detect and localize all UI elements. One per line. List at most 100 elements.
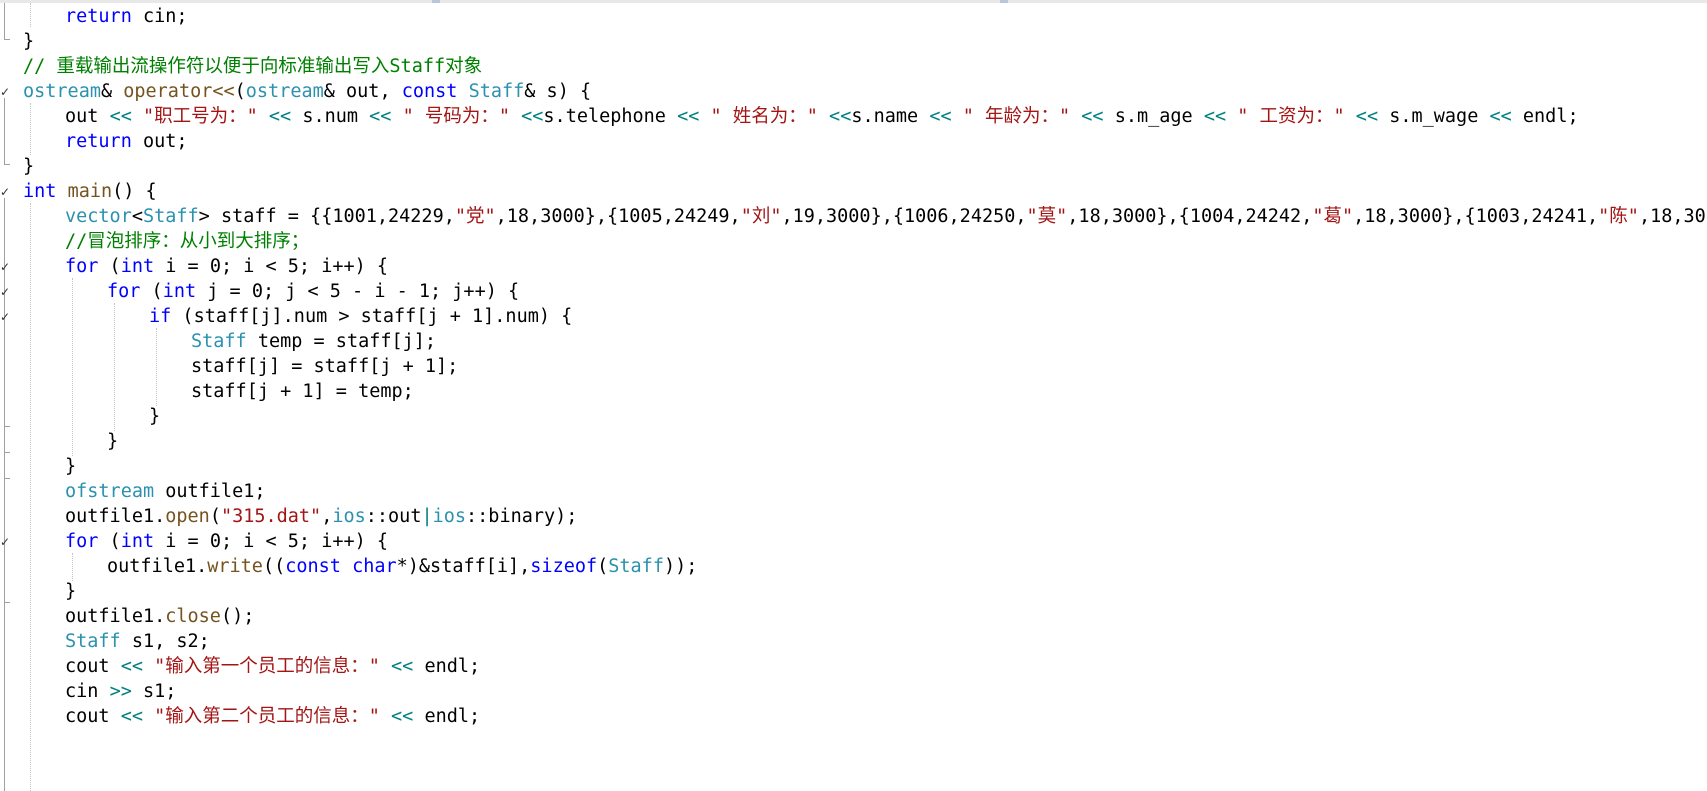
collapse-region-end: [4, 478, 10, 479]
code-token: s.name: [851, 106, 930, 127]
code-token: ,18,3000},{1005,24249,: [495, 206, 741, 227]
code-line[interactable]: Staff s1, s2;: [65, 628, 210, 655]
collapse-toggle-icon[interactable]: ✓: [0, 86, 10, 98]
code-line[interactable]: outfile1.open("315.dat",ios::out|ios::bi…: [65, 503, 577, 530]
code-token: <<: [1203, 106, 1227, 127]
code-token: // 重载输出流操作符以便于向标准输出写入Staff对象: [23, 56, 483, 77]
code-token: ios: [432, 506, 467, 527]
scroll-marker: [432, 0, 440, 3]
indent-guide: [114, 303, 115, 431]
code-line[interactable]: // 重载输出流操作符以便于向标准输出写入Staff对象: [23, 53, 482, 80]
collapse-toggle-icon[interactable]: ✓: [0, 261, 10, 273]
code-token: |: [421, 506, 433, 527]
code-line[interactable]: //冒泡排序：从小到大排序；: [65, 228, 309, 255]
code-token: Staff: [191, 331, 247, 352]
collapse-toggle-icon[interactable]: ✓: [0, 311, 10, 323]
code-line[interactable]: outfile1.write((const char*)&staff[i],si…: [107, 553, 697, 580]
code-line[interactable]: outfile1.close();: [65, 603, 254, 630]
code-token: s: [546, 81, 558, 102]
code-line[interactable]: }: [149, 403, 160, 430]
code-line[interactable]: }: [23, 28, 34, 55]
code-line[interactable]: vector<Staff> staff = {{1001,24229,"党",1…: [65, 203, 1707, 230]
code-line[interactable]: cout << "输入第一个员工的信息：" << endl;: [65, 653, 480, 680]
code-token: ));: [663, 556, 698, 577]
code-token: <<: [120, 656, 143, 677]
code-line[interactable]: for (int i = 0; i < 5; i++) {: [65, 253, 388, 280]
collapse-region-end: [4, 426, 10, 427]
code-token: ) {: [557, 81, 592, 102]
code-token: s.num: [291, 106, 370, 127]
code-token: &: [100, 81, 124, 102]
code-token: outfile1.: [107, 556, 208, 577]
code-token: s.m_wage: [1378, 106, 1490, 127]
code-token: operator<<: [123, 81, 235, 102]
code-line[interactable]: }: [65, 578, 76, 605]
code-token: (: [209, 506, 221, 527]
code-token: <<: [369, 106, 392, 127]
code-line[interactable]: cin >> s1;: [65, 678, 176, 705]
code-line[interactable]: ofstream outfile1;: [65, 478, 266, 505]
code-token: <: [131, 206, 143, 227]
code-line[interactable]: if (staff[j].num > staff[j + 1].num) {: [149, 303, 572, 330]
code-token: cout: [65, 656, 121, 677]
code-token: <<: [1489, 106, 1512, 127]
code-token: int: [120, 531, 155, 552]
code-line[interactable]: int main() {: [23, 178, 157, 205]
code-token: cin: [65, 681, 110, 702]
code-token: <<: [109, 106, 132, 127]
code-editor[interactable]: ✓ ✓ ✓ ✓ ✓ ✓ return cin;} // 重载输出流操作符以便于向标…: [0, 0, 1707, 791]
code-token: s.m_age: [1103, 106, 1204, 127]
code-token: staff[j + 1] = temp;: [191, 381, 414, 402]
indent-guide: [30, 203, 31, 791]
code-token: }: [23, 156, 35, 177]
code-token: "莫": [1026, 206, 1068, 227]
code-line[interactable]: cout << "输入第二个员工的信息：" << endl;: [65, 703, 480, 730]
code-token: ) {: [354, 256, 389, 277]
code-line[interactable]: ostream& operator<<(ostream& out, const …: [23, 78, 591, 105]
code-line[interactable]: }: [23, 153, 34, 180]
code-token: Staff: [65, 631, 121, 652]
code-token: );: [555, 506, 578, 527]
code-line[interactable]: for (int i = 0; i < 5; i++) {: [65, 528, 388, 555]
code-token: ,19,3000},{1006,24250,: [781, 206, 1027, 227]
code-token: write: [207, 556, 263, 577]
collapse-region-line: [4, 3, 5, 39]
code-line[interactable]: staff[j] = staff[j + 1];: [191, 353, 458, 380]
code-token: (: [597, 556, 609, 577]
code-token: (: [98, 256, 121, 277]
code-token: ::binary: [466, 506, 556, 527]
code-token: endl;: [1511, 106, 1579, 127]
code-line[interactable]: }: [65, 453, 76, 480]
code-token: ) {: [354, 531, 389, 552]
collapse-toggle-icon[interactable]: ✓: [0, 286, 10, 298]
code-line[interactable]: out << "职工号为：" << s.num << " 号码为：" <<s.t…: [65, 103, 1579, 130]
code-token: " 年龄为：": [951, 106, 1071, 127]
code-line[interactable]: Staff temp = staff[j];: [191, 328, 436, 355]
code-token: "陈": [1598, 206, 1639, 227]
code-token: endl;: [413, 706, 481, 727]
code-token: *)&staff[i],: [396, 556, 531, 577]
code-token: out: [65, 106, 110, 127]
code-line[interactable]: }: [107, 428, 118, 455]
code-line[interactable]: return cin;: [65, 3, 188, 30]
code-token: ) {: [485, 281, 520, 302]
collapse-toggle-icon[interactable]: ✓: [0, 536, 10, 548]
collapse-region-line: [4, 98, 5, 164]
code-line[interactable]: staff[j + 1] = temp;: [191, 378, 414, 405]
code-token: <<: [257, 106, 292, 127]
code-line[interactable]: for (int j = 0; j < 5 - i - 1; j++) {: [107, 278, 519, 305]
collapse-region-end: [4, 164, 10, 165]
indent-guide: [156, 328, 157, 406]
code-token: s.telephone: [543, 106, 678, 127]
code-token: out: [346, 81, 380, 102]
code-token: open: [165, 506, 210, 527]
collapse-toggle-icon[interactable]: ✓: [0, 186, 10, 198]
code-token: <<: [379, 656, 414, 677]
code-token: ,: [379, 81, 402, 102]
code-token: ,: [321, 506, 333, 527]
code-line[interactable]: return out;: [65, 128, 188, 155]
code-token: if: [149, 306, 172, 327]
code-token: temp = staff[j];: [246, 331, 437, 352]
code-token: <<: [817, 106, 852, 127]
code-token: >: [198, 206, 221, 227]
